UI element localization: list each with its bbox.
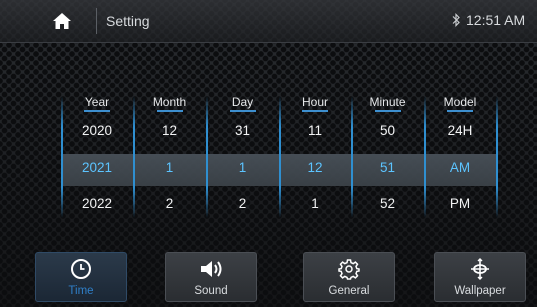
hour-prev[interactable]: 11: [279, 123, 351, 138]
header-underline: [84, 110, 110, 112]
header-underline: [229, 110, 256, 112]
tab-time[interactable]: Time: [35, 252, 127, 302]
day-selected[interactable]: 1: [206, 160, 279, 175]
tab-general[interactable]: General: [303, 252, 395, 302]
hour-selected[interactable]: 12: [279, 160, 351, 175]
model-prev[interactable]: 24H: [424, 123, 496, 138]
model-next[interactable]: PM: [424, 196, 496, 211]
month-next[interactable]: 2: [133, 196, 206, 211]
minute-next[interactable]: 52: [351, 196, 424, 211]
model-column[interactable]: Model 24H AM PM: [424, 92, 496, 222]
year-prev[interactable]: 2020: [61, 123, 133, 138]
year-header: Year: [84, 95, 110, 109]
tab-time-label: Time: [68, 285, 94, 297]
column-divider: [496, 96, 498, 218]
clock-icon: [36, 258, 126, 280]
minute-header: Minute: [369, 95, 406, 109]
day-header: Day: [231, 95, 254, 109]
year-next[interactable]: 2022: [61, 196, 133, 211]
speaker-icon: [166, 258, 256, 280]
datetime-picker: Year 2020 2021 2022 Month 12 1 2 Day 31 …: [61, 92, 498, 222]
month-column[interactable]: Month 12 1 2: [133, 92, 206, 222]
gear-icon: [304, 258, 394, 280]
hour-next[interactable]: 1: [279, 196, 351, 211]
month-selected[interactable]: 1: [133, 160, 206, 175]
clock-readout: 12:51 AM: [466, 12, 526, 28]
month-prev[interactable]: 12: [133, 123, 206, 138]
year-column[interactable]: Year 2020 2021 2022: [61, 92, 133, 222]
home-button[interactable]: [36, 7, 88, 35]
day-next[interactable]: 2: [206, 196, 279, 211]
tab-general-label: General: [328, 285, 370, 297]
wallpaper-icon: [435, 258, 525, 280]
month-header: Month: [152, 95, 187, 109]
header-underline: [374, 110, 401, 112]
minute-column[interactable]: Minute 50 51 52: [351, 92, 424, 222]
minute-selected[interactable]: 51: [351, 160, 424, 175]
day-prev[interactable]: 31: [206, 123, 279, 138]
minute-prev[interactable]: 50: [351, 123, 424, 138]
header-divider: [96, 8, 97, 34]
tab-wallpaper-label: Wallpaper: [454, 285, 506, 297]
hour-column[interactable]: Hour 11 12 1: [279, 92, 351, 222]
tab-sound-label: Sound: [194, 285, 228, 297]
day-column[interactable]: Day 31 1 2: [206, 92, 279, 222]
header-underline: [447, 110, 473, 112]
model-selected[interactable]: AM: [424, 160, 496, 175]
year-selected[interactable]: 2021: [61, 160, 133, 175]
model-header: Model: [443, 95, 477, 109]
header-underline: [302, 110, 328, 112]
hour-header: Hour: [301, 95, 328, 109]
tab-wallpaper[interactable]: Wallpaper: [434, 252, 526, 302]
page-title: Setting: [106, 13, 150, 29]
home-icon: [53, 13, 71, 29]
bluetooth-icon: [452, 13, 460, 27]
header-underline: [156, 110, 183, 112]
tab-sound[interactable]: Sound: [165, 252, 257, 302]
top-bar: Setting 12:51 AM: [0, 0, 537, 43]
bottom-tab-bar: Time Sound General Wallpaper: [0, 248, 537, 307]
